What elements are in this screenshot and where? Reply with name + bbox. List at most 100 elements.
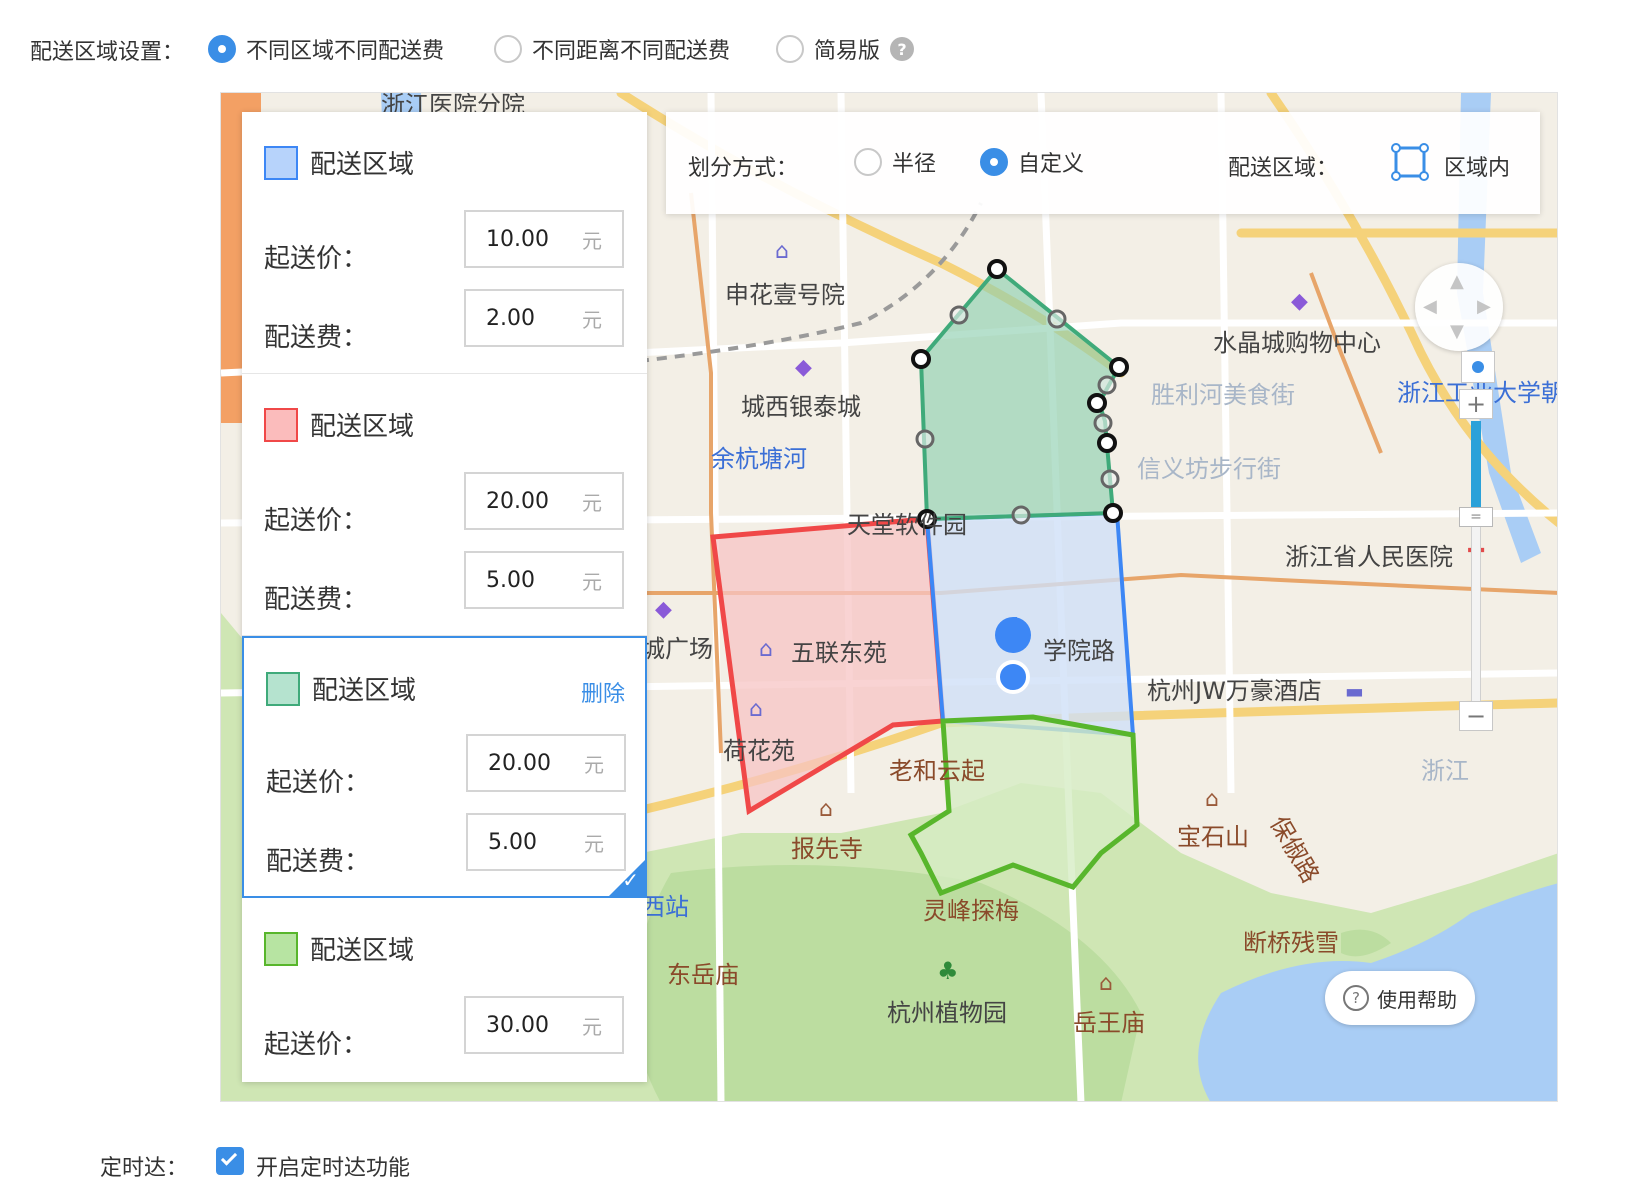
- delivery-fee-input[interactable]: 2.00 元: [464, 289, 624, 347]
- zone-card[interactable]: 配送区域 起送价： 10.00 元 配送费： 2.00 元: [242, 112, 647, 374]
- radio-simple[interactable]: 简易版 ?: [776, 33, 915, 65]
- min-order-value[interactable]: 20.00: [488, 751, 551, 776]
- currency-unit: 元: [582, 490, 602, 515]
- min-order-input[interactable]: 20.00 元: [466, 734, 626, 792]
- min-order-field: 起送价： 30.00 元: [264, 996, 624, 1061]
- min-order-input[interactable]: 20.00 元: [464, 472, 624, 530]
- min-order-input[interactable]: 10.00 元: [464, 210, 624, 268]
- min-order-label: 起送价：: [264, 1030, 369, 1060]
- chevron-left-icon[interactable]: ◀: [1423, 296, 1437, 317]
- min-order-field: 起送价： 20.00 元: [264, 472, 624, 537]
- currency-unit: 元: [582, 569, 602, 594]
- map-label: 申花壹号院: [725, 281, 845, 309]
- radio-button[interactable]: [776, 35, 804, 63]
- rectangle-select-icon[interactable]: [1390, 142, 1430, 182]
- temple-icon: ⌂: [1205, 787, 1219, 812]
- map-label: 杭州植物园: [887, 999, 1007, 1027]
- currency-unit: 元: [582, 1014, 602, 1039]
- map-label: 岳王庙: [1073, 1009, 1145, 1037]
- delivery-fee-value[interactable]: 5.00: [486, 568, 535, 593]
- map-label: 断桥残雪: [1243, 929, 1339, 957]
- map-label: 杭州JW万豪酒店: [1147, 677, 1322, 705]
- map-label: 灵峰探梅: [923, 897, 1019, 925]
- pan-control[interactable]: ▲ ▼ ◀ ▶: [1415, 263, 1503, 351]
- shopping-bag-icon: ◆: [655, 597, 672, 622]
- house-icon: ⌂: [749, 697, 763, 722]
- help-button-label: 使用帮助: [1377, 987, 1457, 1012]
- zone-title: 配送区域: [312, 676, 417, 706]
- zone-list-panel: 配送区域 起送价： 10.00 元 配送费： 2.00 元 配送区域 起送价： …: [242, 112, 647, 1082]
- zone-card[interactable]: 配送区域 起送价： 20.00 元 配送费： 5.00 元: [242, 374, 647, 636]
- min-order-input[interactable]: 30.00 元: [464, 996, 624, 1054]
- radio-simple-label: 简易版: [814, 39, 881, 64]
- tree-icon: ♣: [937, 957, 959, 985]
- map-label: 报先寺: [791, 835, 863, 863]
- min-order-value[interactable]: 20.00: [486, 489, 549, 514]
- timed-delivery-checkbox-label[interactable]: 开启定时达功能: [256, 1150, 410, 1182]
- house-icon: ⌂: [759, 637, 773, 662]
- radio-button[interactable]: [494, 35, 522, 63]
- min-order-value[interactable]: 10.00: [486, 227, 549, 252]
- radio-by-distance[interactable]: 不同距离不同配送费: [494, 33, 730, 65]
- min-order-value[interactable]: 30.00: [486, 1013, 549, 1038]
- zone-color-swatch: [266, 671, 300, 706]
- zone-mode-label[interactable]: 区域内: [1444, 150, 1510, 182]
- currency-unit: 元: [584, 831, 604, 856]
- zone-color-swatch: [264, 407, 298, 442]
- map-label: 老和云起: [889, 757, 985, 785]
- help-icon[interactable]: ?: [890, 37, 915, 61]
- map-label: 荷花苑: [723, 737, 795, 765]
- temple-icon: ⌂: [819, 797, 833, 822]
- radio-custom[interactable]: 自定义: [980, 146, 1084, 178]
- min-order-label: 起送价：: [264, 244, 369, 274]
- delivery-fee-field: 配送费： 2.00 元: [264, 289, 624, 354]
- map-label: 宝石山: [1177, 823, 1249, 851]
- delivery-fee-field: 配送费： 5.00 元: [264, 551, 624, 616]
- question-icon: ?: [1343, 985, 1369, 1011]
- radio-radius-label: 半径: [892, 152, 937, 177]
- delivery-fee-input[interactable]: 5.00 元: [466, 813, 626, 871]
- radio-button[interactable]: [854, 148, 882, 176]
- zone-blue-polygon[interactable]: [924, 510, 1136, 738]
- map-label: 胜利河美食街: [1151, 381, 1295, 409]
- map-label: 浙江: [1421, 757, 1469, 785]
- min-order-field: 起送价： 20.00 元: [266, 734, 626, 799]
- map-label: 信义坊步行街: [1137, 455, 1281, 483]
- zoom-slider-fill: [1471, 421, 1481, 511]
- delivery-fee-value[interactable]: 2.00: [486, 306, 535, 331]
- zoom-out-button[interactable]: −: [1459, 701, 1493, 731]
- map-label: 东岳庙: [667, 961, 739, 989]
- delivery-fee-label: 配送费：: [266, 847, 371, 877]
- delivery-fee-value[interactable]: 5.00: [488, 830, 537, 855]
- zoom-slider-handle[interactable]: =: [1459, 507, 1493, 527]
- zone-header: 配送区域: [264, 930, 414, 967]
- shopping-bag-icon: ◆: [795, 355, 812, 380]
- radio-button-selected[interactable]: [980, 148, 1008, 176]
- min-order-label: 起送价：: [266, 768, 371, 798]
- zoom-in-button[interactable]: +: [1459, 389, 1493, 419]
- map-toolbar: 划分方式： 半径 自定义 配送区域： 区域内: [666, 112, 1540, 214]
- radio-by-area[interactable]: 不同区域不同配送费: [208, 33, 444, 65]
- zone-title: 配送区域: [310, 936, 415, 966]
- radio-radius[interactable]: 半径: [854, 146, 936, 178]
- chevron-down-icon[interactable]: ▼: [1450, 321, 1464, 342]
- help-button[interactable]: ? 使用帮助: [1325, 971, 1475, 1025]
- zone-card[interactable]: 配送区域 起送价： 30.00 元: [242, 898, 647, 1082]
- chevron-right-icon[interactable]: ▶: [1477, 296, 1491, 317]
- map-label: 天堂软件园: [847, 511, 967, 539]
- delivery-fee-input[interactable]: 5.00 元: [464, 551, 624, 609]
- radio-custom-label: 自定义: [1018, 152, 1085, 177]
- delete-zone-link[interactable]: 删除: [581, 676, 625, 708]
- locate-button[interactable]: [1461, 351, 1495, 383]
- temple-icon: ⌂: [1099, 971, 1113, 996]
- map-label: 学院路: [1043, 637, 1115, 665]
- delivery-fee-field: 配送费： 5.00 元: [266, 813, 626, 878]
- zone-card-active[interactable]: 配送区域 删除 起送价： 20.00 元 配送费： 5.00 元 ✓: [242, 636, 647, 898]
- currency-unit: 元: [582, 228, 602, 253]
- divide-mode-label: 划分方式：: [688, 156, 799, 181]
- zone-color-swatch: [264, 145, 298, 180]
- currency-unit: 元: [582, 307, 602, 332]
- chevron-up-icon[interactable]: ▲: [1450, 271, 1464, 292]
- timed-delivery-checkbox[interactable]: [216, 1147, 244, 1175]
- radio-button-selected[interactable]: [208, 35, 236, 63]
